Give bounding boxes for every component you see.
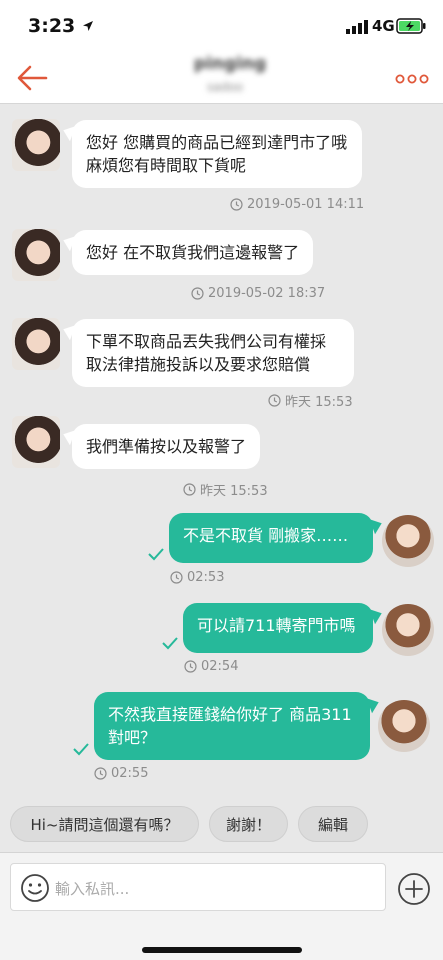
signal-icon: [346, 20, 368, 34]
message-timestamp: 02:55: [94, 766, 148, 781]
quick-reply-ask-available[interactable]: Hi~請問這個還有嗎？: [10, 806, 199, 842]
timestamp-text: 02:54: [201, 659, 239, 674]
message-text: 我們準備按以及報警了: [86, 437, 247, 456]
input-placeholder: 輸入私訊...: [55, 880, 130, 898]
clock-icon: [170, 571, 183, 584]
clock-icon: [183, 483, 196, 496]
message-text: 可以請711轉寄門市嗎: [197, 616, 356, 635]
network-label: 4G: [372, 17, 395, 35]
message-timestamp: 昨天 15:53: [268, 391, 353, 410]
quick-reply-label: 謝謝！: [225, 815, 271, 834]
message-timestamp: 2019-05-02 18:37: [191, 286, 325, 301]
read-check-icon: [73, 743, 89, 756]
message-text: 不然我直接匯錢給你好了 商品311對吧？: [108, 705, 352, 747]
timestamp-text: 昨天 15:53: [200, 484, 268, 499]
location-arrow-icon: [83, 21, 93, 31]
message-text: 下單不取商品丟失我們公司有權採取法律措施投訴以及要求您賠償: [86, 332, 327, 374]
outgoing-message-bubble: 不是不取貨 剛搬家……: [169, 513, 373, 563]
timestamp-text: 昨天 15:53: [285, 395, 353, 410]
quick-reply-label: 編輯: [317, 815, 348, 834]
clock-icon: [268, 394, 281, 407]
contact-name: pinging: [193, 54, 267, 74]
user-avatar[interactable]: [378, 700, 430, 752]
clock-icon: [230, 198, 243, 211]
message-input[interactable]: 輸入私訊...: [10, 863, 386, 911]
outgoing-message-bubble: 不然我直接匯錢給你好了 商品311對吧？: [94, 692, 370, 760]
status-time: 3:23: [28, 15, 76, 37]
add-attachment-icon[interactable]: [397, 872, 431, 906]
quick-reply-thanks[interactable]: 謝謝！: [209, 806, 288, 842]
message-timestamp: 昨天 15:53: [183, 480, 268, 499]
message-timestamp: 02:54: [184, 659, 238, 674]
status-bar: 3:23 4G: [0, 0, 443, 52]
chat-header: pinging sadoo: [0, 52, 443, 104]
clock-icon: [191, 287, 204, 300]
home-indicator[interactable]: [142, 947, 302, 953]
read-check-icon: [162, 637, 178, 650]
battery-charging-icon: [396, 18, 426, 34]
timestamp-text: 2019-05-02 18:37: [208, 286, 326, 301]
quick-reply-edit[interactable]: 編輯: [298, 806, 368, 842]
message-text: 您好 在不取貨我們這邊報警了: [86, 243, 300, 262]
timestamp-text: 2019-05-01 14:11: [247, 197, 365, 212]
message-timestamp: 02:53: [170, 570, 224, 585]
contact-avatar[interactable]: [12, 318, 60, 370]
contact-subtitle: sadoo: [207, 80, 243, 94]
user-avatar[interactable]: [382, 515, 434, 567]
more-options-icon[interactable]: [395, 74, 429, 84]
incoming-message-bubble: 您好 在不取貨我們這邊報警了: [72, 230, 314, 275]
quick-reply-label: Hi~請問這個還有嗎？: [30, 815, 179, 834]
clock-icon: [94, 767, 107, 780]
timestamp-text: 02:53: [187, 570, 225, 585]
clock-icon: [184, 660, 197, 673]
user-avatar[interactable]: [382, 604, 434, 656]
incoming-message-bubble: 我們準備按以及報警了: [72, 424, 261, 469]
incoming-message-bubble: 您好 您購買的商品已經到達門市了哦 麻煩您有時間取下貨呢: [72, 120, 362, 188]
contact-avatar[interactable]: [12, 416, 60, 468]
message-text: 不是不取貨 剛搬家……: [183, 526, 349, 545]
back-arrow-icon[interactable]: [16, 64, 48, 92]
message-timestamp: 2019-05-01 14:11: [230, 197, 364, 212]
message-text: 您好 您購買的商品已經到達門市了哦 麻煩您有時間取下貨呢: [86, 133, 348, 175]
contact-avatar[interactable]: [12, 119, 60, 171]
outgoing-message-bubble: 可以請711轉寄門市嗎: [183, 603, 373, 653]
read-check-icon: [148, 548, 164, 561]
contact-avatar[interactable]: [12, 229, 60, 281]
incoming-message-bubble: 下單不取商品丟失我們公司有權採取法律措施投訴以及要求您賠償: [72, 319, 354, 387]
emoji-icon[interactable]: [20, 873, 50, 903]
timestamp-text: 02:55: [111, 766, 149, 781]
message-composer: 輸入私訊...: [0, 852, 443, 960]
